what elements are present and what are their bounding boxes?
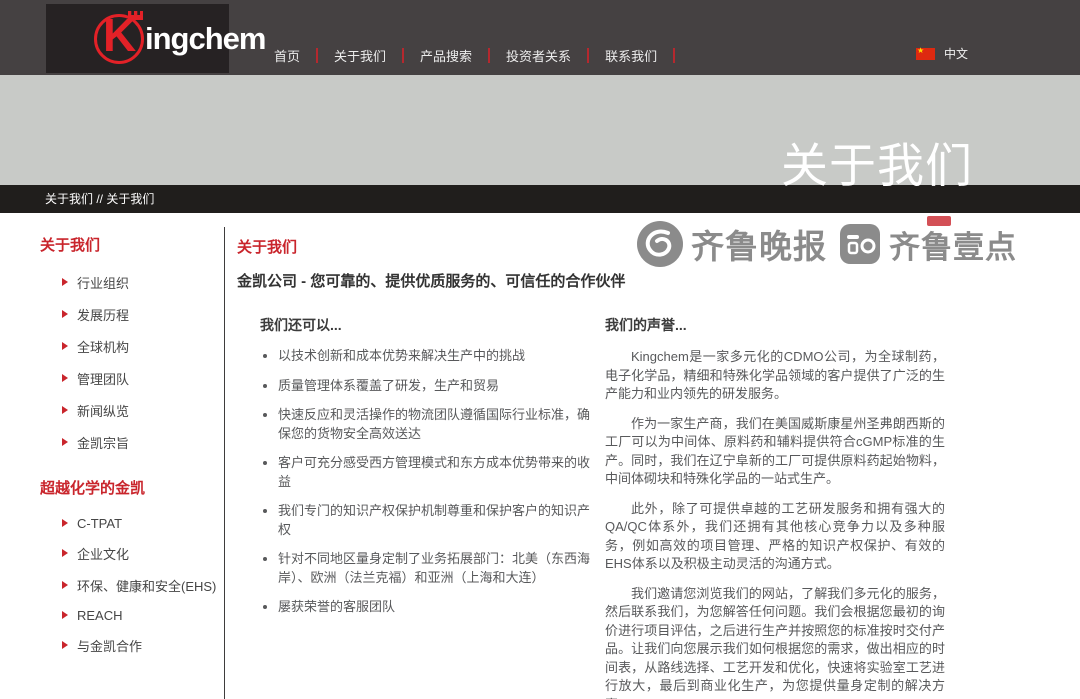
triangle-bullet-icon xyxy=(62,641,68,649)
sidebar-item-label: C-TPAT xyxy=(77,516,122,531)
language-label: 中文 xyxy=(944,45,968,62)
nav-item-home[interactable]: 首页 xyxy=(258,46,316,65)
sidebar-item-label: 管理团队 xyxy=(77,369,129,388)
sidebar-item-corporate-culture[interactable]: 企业文化 xyxy=(62,537,224,569)
capabilities-heading: 我们还可以... xyxy=(260,315,590,335)
sidebar-item-development-history[interactable]: 发展历程 xyxy=(62,298,224,330)
main-nav: 首页 关于我们 产品搜索 投资者关系 联系我们 xyxy=(258,46,675,65)
sidebar-item-management-team[interactable]: 管理团队 xyxy=(62,362,224,394)
nav-item-contact[interactable]: 联系我们 xyxy=(589,46,673,65)
capability-bullet: 以技术创新和成本优势来解决生产中的挑战 xyxy=(278,347,590,366)
nav-item-about[interactable]: 关于我们 xyxy=(318,46,402,65)
sidebar-item-reach[interactable]: REACH xyxy=(62,601,224,629)
capability-bullet: 我们专门的知识产权保护机制尊重和保护客户的知识产权 xyxy=(278,502,590,539)
triangle-bullet-icon xyxy=(62,438,68,446)
page-subtitle: 金凯公司 - 您可靠的、提供优质服务的、可信任的合作伙伴 xyxy=(237,270,985,291)
reputation-paragraph: 此外，除了可提供卓越的工艺研发服务和拥有强大的QA/QC体系外，我们还拥有其他核… xyxy=(605,500,945,574)
main-content: 齐鲁晚报 齐鲁壹点 关于我们 金凯公司 - 您可靠的、提供优质服务的、可信任的合… xyxy=(225,213,1080,699)
reputation-paragraph: Kingchem是一家多元化的CDMO公司，为全球制药，电子化学品，精细和特殊化… xyxy=(605,348,945,404)
sidebar-item-label: 企业文化 xyxy=(77,544,129,563)
kingchem-logo[interactable]: K ingchem xyxy=(46,4,229,73)
triangle-bullet-icon xyxy=(62,310,68,318)
logo-crown-icon xyxy=(128,11,143,20)
sidebar-item-global-offices[interactable]: 全球机构 xyxy=(62,330,224,362)
capability-bullet: 屡获荣誉的客服团队 xyxy=(278,598,590,617)
capability-bullet: 客户可充分感受西方管理模式和东方成本优势带来的收益 xyxy=(278,454,590,491)
sidebar-section-title-about[interactable]: 关于我们 xyxy=(40,234,224,255)
reputation-paragraph: 作为一家生产商，我们在美国威斯康星州圣弗朗西斯的工厂可以为中间体、原料药和辅料提… xyxy=(605,415,945,489)
sidebar-item-label: 与金凯合作 xyxy=(77,636,142,655)
sidebar-item-label: REACH xyxy=(77,608,123,623)
sidebar-item-kingchem-mission[interactable]: 金凯宗旨 xyxy=(62,426,224,458)
nav-item-investor-relations[interactable]: 投资者关系 xyxy=(490,46,587,65)
capabilities-column: 我们还可以... 以技术创新和成本优势来解决生产中的挑战 质量管理体系覆盖了研发… xyxy=(237,315,590,699)
reputation-heading: 我们的声誉... xyxy=(605,315,945,335)
two-column-layout: 我们还可以... 以技术创新和成本优势来解决生产中的挑战 质量管理体系覆盖了研发… xyxy=(237,315,985,699)
sidebar-item-label: 环保、健康和安全(EHS) xyxy=(77,576,216,595)
capability-bullet: 针对不同地区量身定制了业务拓展部门：北美（东西海岸）、欧洲（法兰克福）和亚洲（上… xyxy=(278,550,590,587)
triangle-bullet-icon xyxy=(62,549,68,557)
triangle-bullet-icon xyxy=(62,519,68,527)
nav-separator xyxy=(673,48,675,63)
nav-item-product-search[interactable]: 产品搜索 xyxy=(404,46,488,65)
triangle-bullet-icon xyxy=(62,406,68,414)
triangle-bullet-icon xyxy=(62,374,68,382)
triangle-bullet-icon xyxy=(62,278,68,286)
triangle-bullet-icon xyxy=(62,611,68,619)
kingchem-page: K ingchem 首页 关于我们 产品搜索 投资者关系 联系我们 ★ 中文 关… xyxy=(0,0,1080,699)
sidebar-item-industry-organizations[interactable]: 行业组织 xyxy=(62,266,224,298)
logo-text: ingchem xyxy=(145,21,265,57)
triangle-bullet-icon xyxy=(62,581,68,589)
sidebar-item-ctpat[interactable]: C-TPAT xyxy=(62,509,224,537)
china-flag-icon: ★ xyxy=(916,48,935,60)
top-header: K ingchem 首页 关于我们 产品搜索 投资者关系 联系我们 ★ 中文 xyxy=(0,0,1080,75)
page-title: 关于我们 xyxy=(237,236,985,257)
sidebar-item-label: 金凯宗旨 xyxy=(77,433,129,452)
sidebar-item-ehs[interactable]: 环保、健康和安全(EHS) xyxy=(62,569,224,601)
capability-bullet: 快速反应和灵活操作的物流团队遵循国际行业标准，确保您的货物安全高效送达 xyxy=(278,406,590,443)
language-switch[interactable]: ★ 中文 xyxy=(916,45,968,62)
capabilities-list: 以技术创新和成本优势来解决生产中的挑战 质量管理体系覆盖了研发，生产和贸易 快速… xyxy=(237,347,590,617)
watermark-red-tag xyxy=(927,216,951,226)
triangle-bullet-icon xyxy=(62,342,68,350)
sidebar: 关于我们 行业组织 发展历程 全球机构 管理团队 新闻纵览 金凯宗旨 超越化学的… xyxy=(0,213,224,699)
sidebar-item-label: 发展历程 xyxy=(77,305,129,324)
sidebar-menu-beyond-chemistry: C-TPAT 企业文化 环保、健康和安全(EHS) REACH 与金凯合作 xyxy=(40,509,224,661)
sidebar-item-label: 行业组织 xyxy=(77,273,129,292)
capability-bullet: 质量管理体系覆盖了研发，生产和贸易 xyxy=(278,377,590,396)
page-banner: 关于我们 xyxy=(0,75,1080,185)
sidebar-item-cooperate-with-kingchem[interactable]: 与金凯合作 xyxy=(62,629,224,661)
sidebar-item-label: 新闻纵览 xyxy=(77,401,129,420)
banner-title: 关于我们 xyxy=(781,127,973,196)
reputation-column: 我们的声誉... Kingchem是一家多元化的CDMO公司，为全球制药，电子化… xyxy=(605,315,945,699)
sidebar-section-title-beyond-chemistry[interactable]: 超越化学的金凯 xyxy=(40,477,224,498)
sidebar-item-news-overview[interactable]: 新闻纵览 xyxy=(62,394,224,426)
reputation-paragraph: 我们邀请您浏览我们的网站，了解我们多元化的服务，然后联系我们，为您解答任何问题。… xyxy=(605,585,945,699)
sidebar-item-label: 全球机构 xyxy=(77,337,129,356)
content-area: 关于我们 行业组织 发展历程 全球机构 管理团队 新闻纵览 金凯宗旨 超越化学的… xyxy=(0,213,1080,699)
sidebar-menu-about: 行业组织 发展历程 全球机构 管理团队 新闻纵览 金凯宗旨 xyxy=(40,266,224,458)
